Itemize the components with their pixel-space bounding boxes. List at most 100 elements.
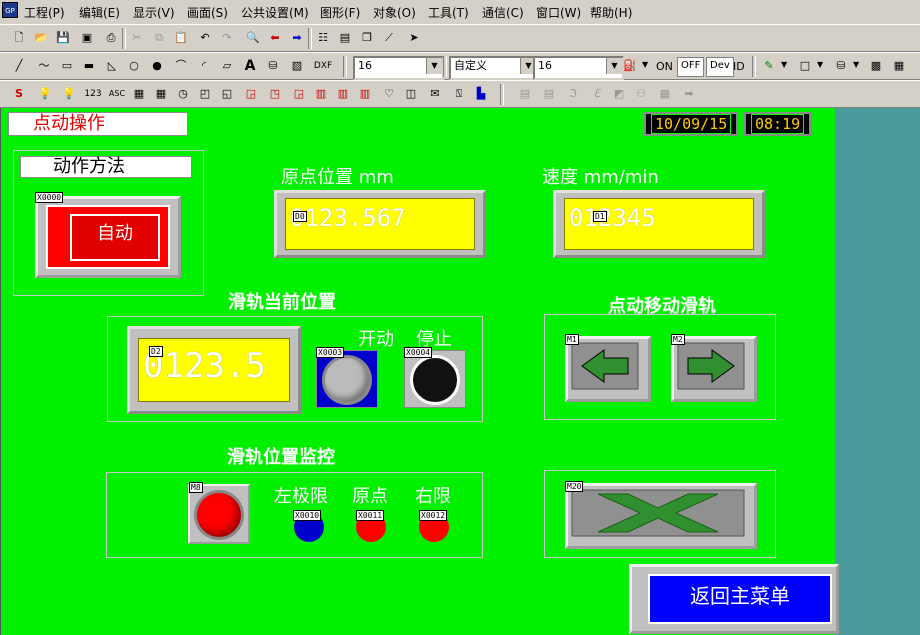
lamp-icon[interactable]: 💡 — [36, 85, 54, 103]
border-icon[interactable]: □ — [796, 57, 814, 75]
pointer-icon[interactable]: ➤ — [405, 29, 423, 47]
triangle-icon[interactable]: ◺ — [103, 57, 121, 75]
copy-icon[interactable]: ⧉ — [150, 29, 168, 47]
line-tool-icon[interactable]: ⟋ — [380, 29, 398, 47]
disabled-tool-icon[interactable]: ◩ — [610, 85, 628, 103]
disabled-tool-icon[interactable]: ℑ — [564, 85, 582, 103]
print-icon[interactable]: ⎙ — [102, 29, 120, 47]
menu-project[interactable]: 工程(P) — [24, 4, 65, 21]
menu-help[interactable]: 帮助(H) — [590, 4, 632, 21]
switch-parts-icon[interactable]: S — [10, 85, 28, 103]
disabled-tool-icon[interactable]: Ɛ — [588, 85, 606, 103]
parts-icon[interactable]: ◲ — [242, 85, 260, 103]
ascii-display-icon[interactable]: ASC — [106, 85, 128, 103]
scale-icon[interactable]: ⏥ — [218, 57, 236, 75]
alarm-icon[interactable]: ◰ — [196, 85, 214, 103]
disabled-arrow-icon[interactable]: ➡ — [680, 85, 698, 103]
font-size-combo[interactable]: 16 ▼ — [353, 56, 444, 80]
text-tool-icon[interactable]: A — [241, 57, 259, 75]
menu-common-settings[interactable]: 公共设置(M) — [241, 4, 309, 21]
origin-position-display: 0123.567 — [274, 190, 486, 258]
find-icon[interactable]: 🔍 — [244, 29, 262, 47]
dropdown-arrow-icon[interactable]: ▼ — [781, 60, 787, 69]
menu-object[interactable]: 对象(O) — [373, 4, 416, 21]
lamp2-icon[interactable]: 💡 — [60, 85, 78, 103]
off-toggle[interactable]: OFF — [677, 57, 705, 77]
line-icon[interactable]: ╱ — [10, 57, 28, 75]
screen-list-icon[interactable]: ▤ — [336, 29, 354, 47]
menu-window[interactable]: 窗口(W) — [536, 4, 581, 21]
menu-comm[interactable]: 通信(C) — [482, 4, 524, 21]
parts3-icon[interactable]: ◲ — [290, 85, 308, 103]
bar-icon[interactable]: ▥ — [312, 85, 330, 103]
circle-icon[interactable]: ○ — [125, 57, 143, 75]
line-color-icon[interactable]: ✎ — [760, 57, 778, 75]
layer-icon[interactable]: ▩ — [867, 57, 885, 75]
forward-arrow-icon[interactable]: ➡ — [288, 29, 306, 47]
font-size-combo-value: 16 — [358, 59, 372, 72]
size-combo[interactable]: 16 ▼ — [533, 56, 624, 80]
return-main-menu-button[interactable]: 返回主菜单 — [629, 564, 839, 634]
auto-button[interactable]: 自动 — [35, 196, 181, 278]
rectangle-icon[interactable]: ▭ — [58, 57, 76, 75]
id-label[interactable]: ID — [733, 60, 745, 73]
parts2-icon[interactable]: ◳ — [266, 85, 284, 103]
jog-left-button[interactable] — [565, 336, 651, 402]
filled-circle-icon[interactable]: ● — [148, 57, 166, 75]
dropdown-arrow-icon[interactable]: ▼ — [817, 60, 823, 69]
menu-view[interactable]: 显示(V) — [133, 4, 175, 21]
grid-icon[interactable]: ▦ — [890, 57, 908, 75]
save-icon[interactable]: 💾 — [54, 29, 72, 47]
disabled-tool-icon[interactable]: ▦ — [656, 85, 674, 103]
disabled-tool-icon[interactable]: ▤ — [540, 85, 558, 103]
x-switch-button[interactable] — [565, 483, 757, 549]
history-icon[interactable]: ◱ — [218, 85, 236, 103]
save-all-icon[interactable]: ▣ — [78, 29, 96, 47]
dxf-icon[interactable]: DXF — [312, 57, 334, 75]
tree-icon[interactable]: ☷ — [314, 29, 332, 47]
fill-color-icon[interactable]: ⛁ — [832, 57, 850, 75]
clock-icon[interactable]: ◷ — [174, 85, 192, 103]
bar-graph-icon[interactable]: ▙ — [472, 85, 490, 103]
stop-button[interactable] — [404, 350, 466, 408]
on-label[interactable]: ON — [656, 60, 673, 73]
menu-tools[interactable]: 工具(T) — [428, 4, 469, 21]
rail-monitor-label: 滑轨位置监控 — [227, 447, 335, 468]
trend-graph-icon[interactable]: ⍂ — [450, 85, 468, 103]
new-file-icon[interactable]: 🗋 — [10, 29, 28, 47]
menu-edit[interactable]: 编辑(E) — [79, 4, 120, 21]
windows-icon[interactable]: ❐ — [358, 29, 376, 47]
gauge-icon[interactable]: ◫ — [402, 85, 420, 103]
undo-icon[interactable]: ↶ — [196, 29, 214, 47]
menu-graphics[interactable]: 图形(F) — [320, 4, 360, 21]
paste-icon[interactable]: 📋 — [172, 29, 190, 47]
envelope-icon[interactable]: ✉ — [426, 85, 444, 103]
cut-icon[interactable]: ✂ — [128, 29, 146, 47]
open-folder-icon[interactable]: 📂 — [32, 29, 50, 47]
binoculars-icon[interactable]: ⚇ — [632, 85, 650, 103]
image-icon[interactable]: ▧ — [288, 57, 306, 75]
sector-icon[interactable]: ◜ — [195, 57, 213, 75]
style-combo[interactable]: 自定义 ▼ — [449, 56, 538, 80]
polyline-icon[interactable]: 〜 — [35, 57, 53, 75]
redo-icon[interactable]: ↷ — [218, 29, 236, 47]
start-button[interactable] — [316, 350, 378, 408]
fill-bucket-icon[interactable]: ⛽ — [621, 57, 639, 75]
numeric-display-icon[interactable]: 123 — [82, 85, 104, 103]
dev-toggle[interactable]: Dev — [706, 57, 734, 77]
arc-icon[interactable]: ⌒ — [172, 57, 190, 75]
alarm-indicator[interactable] — [188, 484, 250, 544]
heart-icon[interactable]: ♡ — [380, 85, 398, 103]
ascii-input-icon[interactable]: ▦ — [152, 85, 170, 103]
bar3-icon[interactable]: ▥ — [356, 85, 374, 103]
filled-rect-icon[interactable]: ▬ — [80, 57, 98, 75]
disabled-tool-icon[interactable]: ▤ — [516, 85, 534, 103]
dropdown-arrow-icon[interactable]: ▼ — [642, 60, 648, 69]
dropdown-arrow-icon[interactable]: ▼ — [853, 60, 859, 69]
numeric-input-icon[interactable]: ▦ — [130, 85, 148, 103]
back-arrow-icon[interactable]: ⬅ — [266, 29, 284, 47]
paint-icon[interactable]: ⛁ — [264, 57, 282, 75]
menu-screen[interactable]: 画面(S) — [187, 4, 228, 21]
jog-right-button[interactable] — [671, 336, 757, 402]
bar2-icon[interactable]: ▥ — [334, 85, 352, 103]
